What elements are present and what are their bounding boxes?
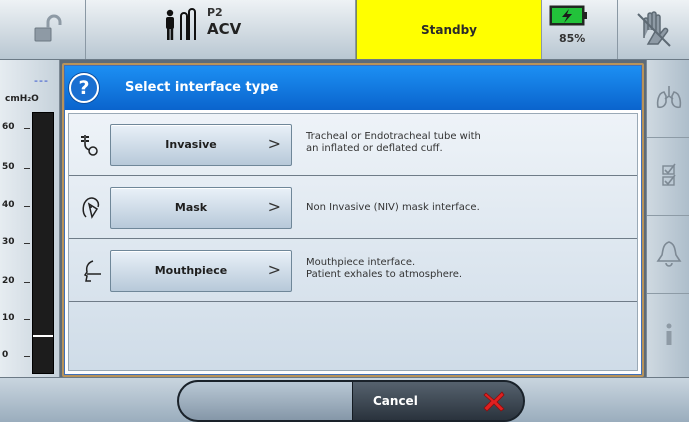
interface-type-dialog: ? Select interface type Invasive > Trach… [62, 63, 644, 377]
mouthpiece-icon [79, 258, 103, 284]
description-line: Tracheal or Endotracheal tube with [306, 131, 481, 142]
gauge-tick: 20 [2, 276, 29, 286]
mouthpiece-button-label: Mouthpiece [154, 264, 228, 277]
info-icon [654, 319, 684, 353]
alarm-bell-icon [654, 238, 684, 272]
pressure-readout: --- [34, 74, 49, 87]
mode-label: P2 [207, 6, 223, 19]
pressure-gauge: --- cmH₂O 60 50 40 30 20 10 0 [0, 60, 60, 377]
checklist-icon [654, 160, 684, 194]
battery-percent: 85% [559, 32, 586, 45]
tracheal-tube-icon [79, 132, 103, 158]
description-line: Patient exhales to atmosphere. [306, 269, 463, 280]
gauge-tick: 0 [2, 350, 32, 360]
lungs-icon [654, 82, 684, 116]
chevron-right-icon: > [267, 134, 281, 153]
bottom-bar: Cancel [0, 377, 689, 422]
option-row-mouthpiece: Mouthpiece > Mouthpiece interface. Patie… [69, 240, 637, 302]
cancel-label: Cancel [373, 394, 418, 408]
description-line: an inflated or deflated cuff. [306, 143, 443, 154]
cancel-button[interactable]: Cancel [353, 382, 523, 420]
interface-options: Invasive > Tracheal or Endotracheal tube… [68, 113, 638, 371]
gauge-tick: 40 [2, 200, 29, 210]
mask-description: Non Invasive (NIV) mask interface. [306, 202, 626, 214]
invasive-button[interactable]: Invasive > [110, 124, 292, 166]
dialog-title: Select interface type [125, 80, 279, 95]
gauge-tick: 60 [2, 122, 29, 132]
dialog-header: ? Select interface type [65, 66, 641, 110]
pressure-unit: cmH₂O [5, 94, 39, 104]
option-row-invasive: Invasive > Tracheal or Endotracheal tube… [69, 114, 637, 176]
mouthpiece-description: Mouthpiece interface. Patient exhales to… [306, 257, 626, 281]
confirm-button-disabled [179, 382, 353, 420]
mask-button-label: Mask [174, 201, 208, 214]
monitoring-button[interactable] [647, 60, 689, 138]
pressure-limit-marker [33, 335, 53, 337]
chevron-right-icon: > [267, 260, 281, 279]
battery-panel[interactable]: 85% [542, 0, 618, 59]
mask-button[interactable]: Mask > [110, 187, 292, 229]
chevron-right-icon: > [267, 197, 281, 216]
gauge-tick: 30 [2, 237, 29, 247]
gauge-tick: 50 [2, 162, 29, 172]
description-line: Mouthpiece interface. [306, 257, 416, 268]
ventilation-state-panel[interactable]: Standby [356, 0, 542, 59]
red-x-icon [481, 387, 507, 415]
right-sidebar [646, 60, 689, 377]
ventilation-mode: ACV [207, 20, 242, 38]
alarm-silence-button[interactable] [618, 0, 689, 59]
standby-label: Standby [420, 22, 478, 37]
invasive-description: Tracheal or Endotracheal tube with an in… [306, 131, 626, 155]
mask-face-icon [79, 195, 103, 221]
mouthpiece-button[interactable]: Mouthpiece > [110, 250, 292, 292]
alarms-button[interactable] [647, 216, 689, 294]
dialog-body: ? Select interface type Invasive > Trach… [64, 65, 642, 375]
status-bar: P2 ACV Standby 85% [0, 0, 689, 60]
help-icon[interactable]: ? [69, 73, 99, 103]
lock-button[interactable] [0, 0, 86, 59]
info-button[interactable] [647, 294, 689, 377]
option-row-mask: Mask > Non Invasive (NIV) mask interface… [69, 177, 637, 239]
invasive-button-label: Invasive [165, 138, 217, 151]
bottom-action-pill: Cancel [177, 380, 525, 422]
description-line: Non Invasive (NIV) mask interface. [306, 202, 480, 213]
gauge-tick: 10 [2, 313, 29, 323]
checklist-button[interactable] [647, 138, 689, 216]
patient-mode-panel[interactable]: P2 ACV [86, 0, 356, 59]
